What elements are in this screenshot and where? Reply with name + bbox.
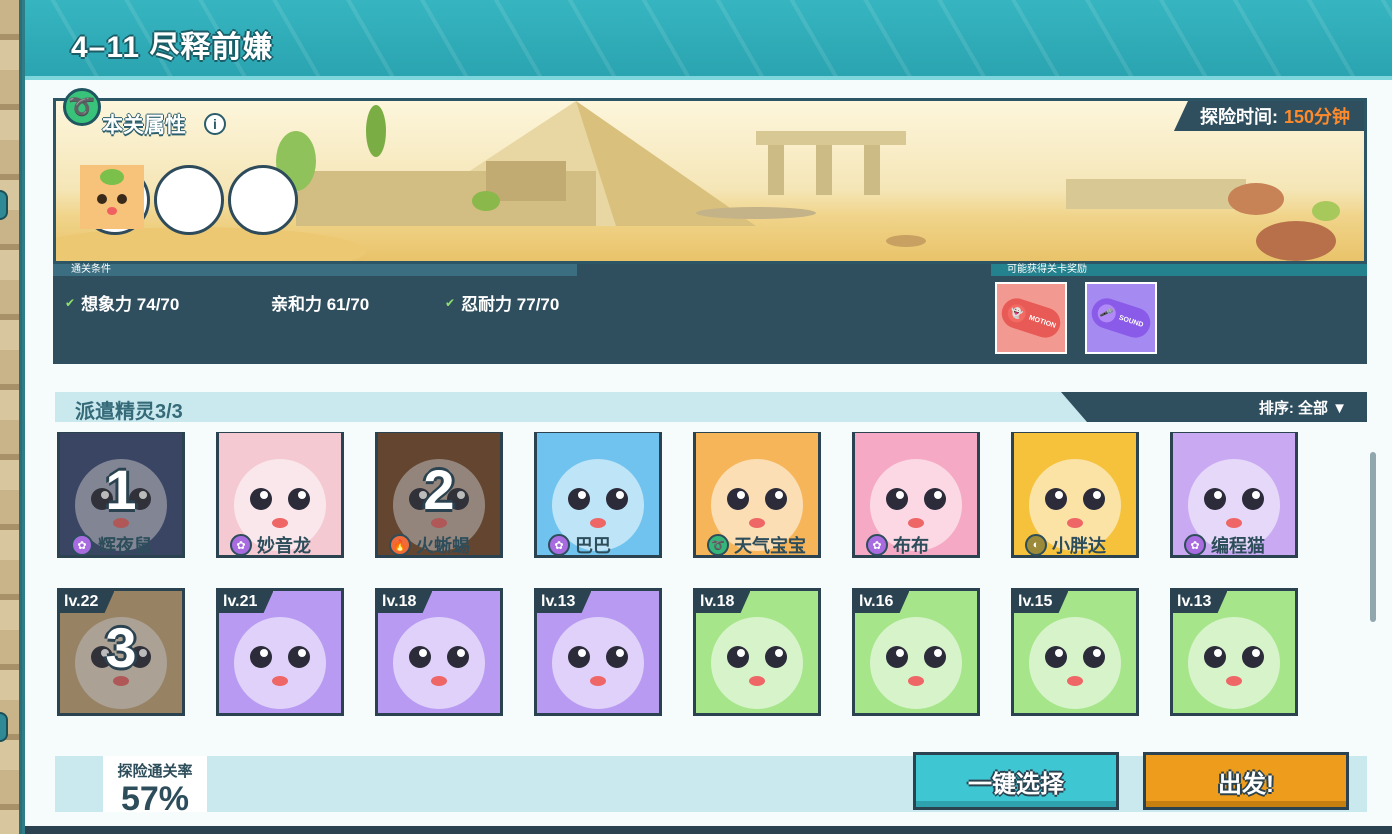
expedition-panel: 4–11 尽释前嫌 ➰ 本关属性 i 探险时间: 150分钟 通关条件 可能获得…: [22, 0, 1392, 834]
pet-name: ✿ 巴巴: [548, 532, 611, 558]
light-element-icon: ✿: [548, 534, 570, 556]
pet-card[interactable]: lv.13: [534, 588, 662, 716]
reward-tag: SOUND: [1118, 314, 1145, 329]
pet-card[interactable]: lv.18: [375, 588, 503, 716]
pet-name: ➰ 天气宝宝: [707, 532, 806, 558]
motion-pill: 👻 MOTION: [997, 294, 1065, 342]
sort-label: 排序: 全部 ▼: [1258, 399, 1347, 417]
pet-card[interactable]: lv.15: [1011, 588, 1139, 716]
rewards-label: 可能获得关卡奖励: [991, 264, 1367, 276]
time-label: 探险时间:: [1199, 107, 1278, 127]
success-rate-box: 探险通关率 57%: [103, 756, 207, 817]
left-side-strip: [0, 0, 22, 834]
success-rate-value: 57%: [120, 780, 190, 818]
light-element-icon: ✿: [866, 534, 888, 556]
condition-affinity: 亲和力 61/70: [271, 290, 369, 315]
pet-name-text: 小胖达: [1052, 536, 1106, 556]
condition-text: 想象力 74/70: [81, 295, 180, 314]
left-arrow-tab[interactable]: [0, 190, 8, 220]
sound-pill: 🎤 SOUND: [1087, 294, 1155, 342]
reward-sound-card[interactable]: 🎤 SOUND: [1085, 282, 1157, 354]
reward-tag: MOTION: [1028, 314, 1057, 330]
condition-text: 亲和力 61/70: [271, 295, 370, 314]
success-rate-label: 探险通关率: [117, 763, 193, 780]
fire-bird-pet-icon[interactable]: [80, 165, 224, 235]
pet-grid-scrollbar[interactable]: [1370, 452, 1376, 622]
fire-element-icon: 🔥: [389, 534, 411, 556]
pet-name-text: 编程猫: [1211, 536, 1265, 556]
selected-slot-number: 2: [423, 458, 455, 521]
pet-card[interactable]: lv.18: [693, 588, 821, 716]
pet-name-text: 火蜥蜴: [416, 536, 470, 556]
ghost-icon: 👻: [1005, 302, 1029, 325]
pet-card[interactable]: 3 lv.22: [57, 588, 185, 716]
conditions-bar: 通关条件 可能获得关卡奖励 ✔ 想象力 74/70 亲和力 61/70 ✔ 忍耐…: [53, 264, 1367, 364]
game-screen: 4–11 尽释前嫌 ➰ 本关属性 i 探险时间: 150分钟 通关条件 可能获得…: [0, 0, 1392, 834]
light-element-icon: ✿: [1184, 534, 1206, 556]
pet-name-text: 辉夜鼠: [98, 536, 152, 556]
title-bar: 4–11 尽释前嫌: [25, 0, 1392, 80]
pet-card[interactable]: lv.16: [852, 588, 980, 716]
wind-element-icon: ➰: [707, 534, 729, 556]
condition-text: 忍耐力 77/70: [461, 295, 560, 314]
stage-banner: 本关属性 i 探险时间: 150分钟: [53, 98, 1367, 264]
dispatch-title: 派遣精灵3/3: [75, 401, 183, 423]
pet-card[interactable]: lv.21: [216, 588, 344, 716]
microphone-icon: 🎤: [1095, 302, 1119, 325]
pet-name: 🔥 火蜥蜴: [389, 532, 470, 558]
info-icon[interactable]: i: [204, 113, 226, 135]
expedition-time: 探险时间: 150分钟: [1173, 101, 1364, 131]
wind-swirl-icon: ➰: [63, 88, 101, 126]
go-button[interactable]: 出发!: [1143, 752, 1349, 810]
left-arrow-tab[interactable]: [0, 712, 8, 742]
reward-motion-card[interactable]: 👻 MOTION: [995, 282, 1067, 354]
pet-grid: 1 ✿ 辉夜鼠 ✿ 妙音龙 2 🔥 火蜥蜴 ✿ 巴巴 ➰ 天气宝宝 ✿ 布布 ◐ 小胖达 ✿ 编程猫 3 lv.22 l…: [55, 432, 1367, 732]
attributes-title: 本关属性: [102, 114, 186, 137]
pet-name-text: 布布: [893, 536, 929, 556]
time-value: 150分钟: [1283, 107, 1350, 127]
sort-dropdown[interactable]: 排序: 全部 ▼: [1061, 392, 1367, 422]
pet-name-text: 妙音龙: [257, 536, 311, 556]
pet-name: ✿ 布布: [866, 532, 929, 558]
earth-element-icon: ◐: [1025, 534, 1047, 556]
pet-name: ✿ 辉夜鼠: [71, 532, 152, 558]
light-element-icon: ✿: [230, 534, 252, 556]
selected-slot-number: 3: [105, 616, 137, 679]
pet-name: ✿ 编程猫: [1184, 532, 1265, 558]
dispatch-bar: 派遣精灵3/3 排序: 全部 ▼: [55, 392, 1367, 423]
auto-select-button[interactable]: 一键选择: [913, 752, 1119, 810]
pet-name: ✿ 妙音龙: [230, 532, 311, 558]
condition-imagination: ✔ 想象力 74/70: [65, 290, 179, 315]
attribute-pets: [80, 165, 298, 235]
check-icon: ✔: [445, 295, 456, 310]
light-element-icon: ✿: [71, 534, 93, 556]
level-title: 4–11 尽释前嫌: [71, 31, 274, 64]
pet-name: ◐ 小胖达: [1025, 532, 1106, 558]
conditions-label: 通关条件: [53, 264, 577, 276]
check-icon: ✔: [65, 295, 76, 310]
pet-name-text: 天气宝宝: [734, 536, 806, 556]
condition-patience: ✔ 忍耐力 77/70: [445, 290, 559, 315]
pet-name-text: 巴巴: [575, 536, 611, 556]
leaf-fox-pet-icon[interactable]: [80, 165, 298, 235]
selected-slot-number: 1: [105, 458, 137, 521]
pet-card[interactable]: lv.13: [1170, 588, 1298, 716]
